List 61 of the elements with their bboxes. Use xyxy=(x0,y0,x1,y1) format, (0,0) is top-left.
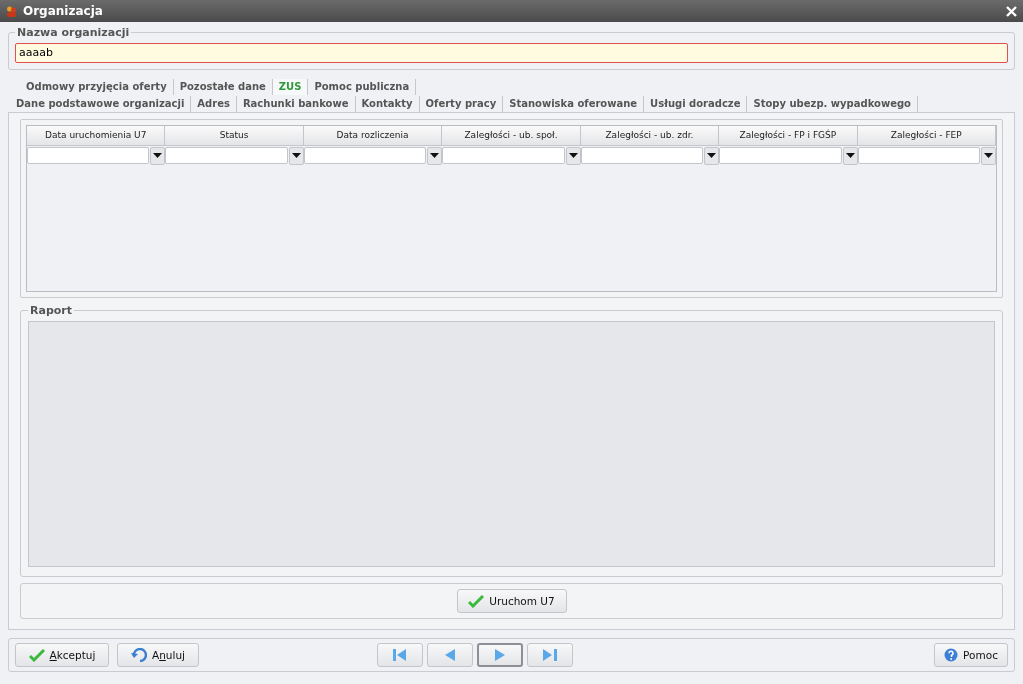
caret-icon xyxy=(291,153,301,158)
caret-icon xyxy=(845,153,855,158)
dropdown-button[interactable] xyxy=(565,146,581,165)
skip-back-icon xyxy=(393,649,407,661)
caret-icon xyxy=(707,153,717,158)
tab[interactable]: Oferty pracy xyxy=(419,95,504,112)
column-header[interactable]: Data uruchomienia U7 xyxy=(27,125,166,146)
column-header[interactable]: Zaległości - ub. społ. xyxy=(442,125,581,146)
dropdown-button[interactable] xyxy=(842,146,858,165)
caret-icon xyxy=(984,153,993,158)
filter-field[interactable] xyxy=(442,146,565,164)
dropdown-button[interactable] xyxy=(981,146,996,165)
tab[interactable]: Adres xyxy=(191,95,237,112)
close-icon[interactable] xyxy=(1006,5,1017,17)
tab[interactable]: Stanowiska oferowane xyxy=(503,95,645,112)
filter-field[interactable] xyxy=(580,146,704,164)
dropdown-button[interactable] xyxy=(150,146,166,165)
column-header[interactable]: Zaległości - FP i FGŚP xyxy=(719,125,858,146)
filter-field[interactable] xyxy=(27,146,150,164)
help-button[interactable]: Pomoc xyxy=(934,643,1008,667)
cancel-button[interactable]: Anuluj xyxy=(117,643,199,667)
caret-icon xyxy=(153,153,163,158)
play-icon xyxy=(495,649,505,661)
filter-field[interactable] xyxy=(165,146,288,164)
tab[interactable]: Usługi doradcze xyxy=(644,95,748,112)
filter-field[interactable] xyxy=(303,146,427,164)
play-back-icon xyxy=(445,649,455,661)
nav-button[interactable] xyxy=(477,643,523,667)
caret-icon xyxy=(568,153,578,158)
help-icon xyxy=(944,648,959,662)
group-title: Nazwa organizacji xyxy=(16,26,131,39)
window-title: Organizacja xyxy=(23,4,104,18)
people-icon xyxy=(6,5,17,17)
tab[interactable]: Dane podstawowe organizacji xyxy=(10,95,192,112)
tab[interactable]: Kontakty xyxy=(355,95,420,112)
dropdown-button[interactable] xyxy=(704,146,720,165)
tab[interactable]: Pomoc publiczna xyxy=(308,78,417,95)
tab[interactable]: Rachunki bankowe xyxy=(236,95,356,112)
dropdown-button[interactable] xyxy=(288,146,304,165)
nav-button[interactable] xyxy=(527,643,573,667)
checkmark-icon xyxy=(28,648,45,662)
group-title: Raport xyxy=(29,303,73,317)
checkmark-icon xyxy=(468,594,485,608)
column-header[interactable]: Data rozliczenia xyxy=(303,125,443,146)
run-button[interactable]: Uruchom U7 xyxy=(456,589,567,613)
filter-field[interactable] xyxy=(857,146,980,164)
name-field[interactable]: aaaab xyxy=(15,42,1008,63)
tab[interactable]: Odmowy przyjęcia oferty xyxy=(20,78,174,95)
caret-icon xyxy=(430,153,440,158)
column-header[interactable]: Zaległości - ub. zdr. xyxy=(580,125,720,146)
nav-button[interactable] xyxy=(427,643,473,667)
column-header[interactable]: Zaległości - FEP xyxy=(857,125,996,146)
column-header[interactable]: Status xyxy=(165,125,304,146)
filter-field[interactable] xyxy=(719,146,842,164)
undo-icon xyxy=(131,648,147,662)
tab[interactable]: Stopy ubezp. wypadkowego xyxy=(747,95,918,112)
dropdown-button[interactable] xyxy=(427,146,443,165)
tab[interactable]: Pozostałe dane xyxy=(173,78,273,95)
skip-forward-icon xyxy=(543,649,557,661)
nav-button[interactable] xyxy=(377,643,423,667)
accept-button[interactable]: Akceptuj xyxy=(15,643,109,667)
